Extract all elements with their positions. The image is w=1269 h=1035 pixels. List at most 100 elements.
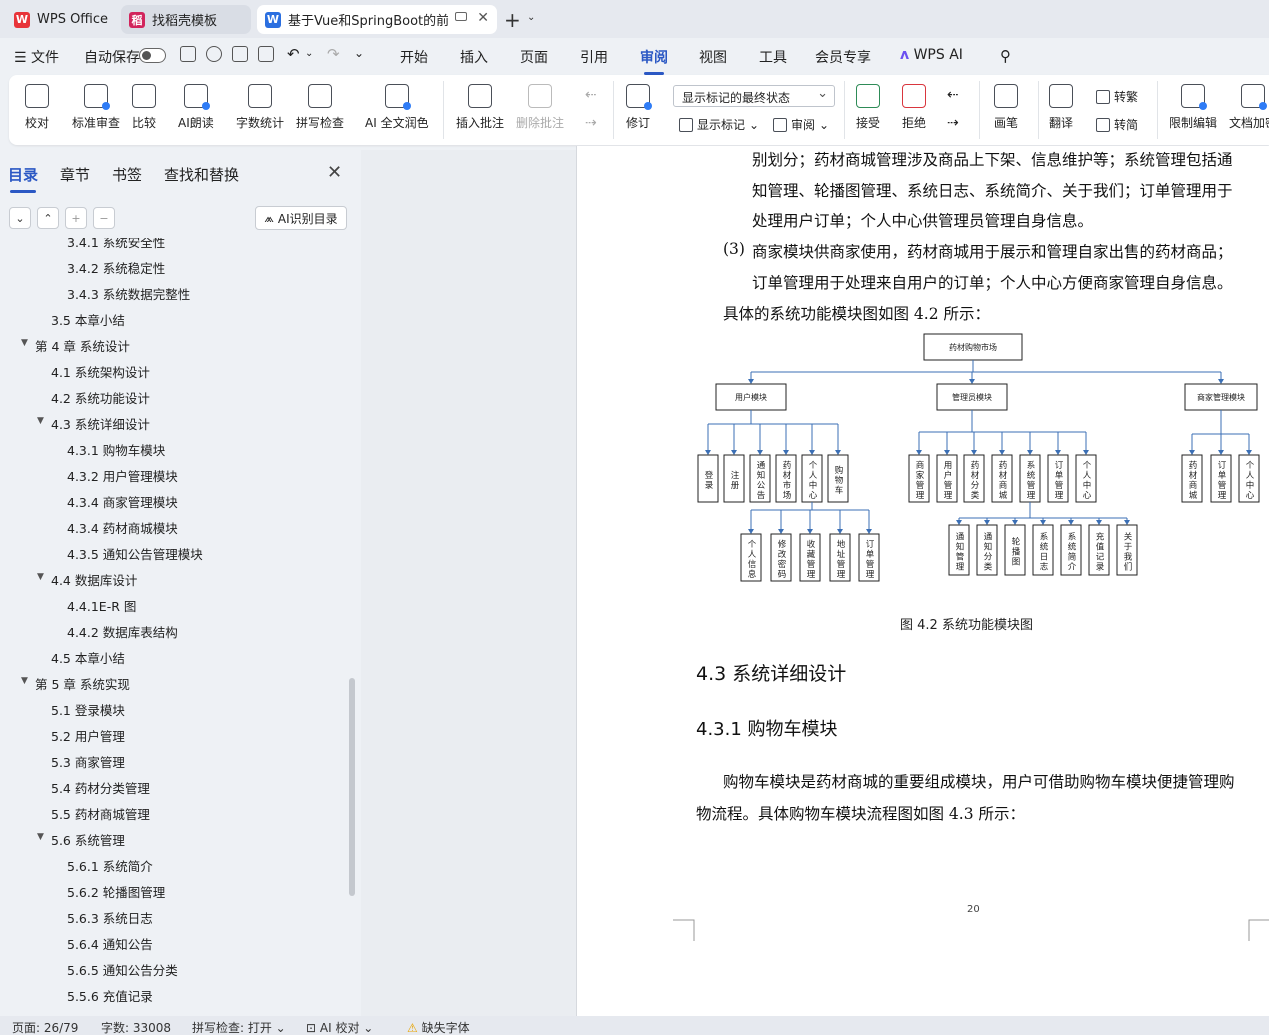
menu-insert[interactable]: 插入 [460, 47, 488, 67]
toc-item[interactable]: ▼ 4.3 系统详细设计 [37, 414, 150, 433]
expand-down-icon[interactable]: ⌄ [9, 207, 31, 229]
toc-item[interactable]: 5.6.4 通知公告 [67, 934, 153, 953]
toc-item[interactable]: 4.5 本章小结 [51, 648, 125, 667]
file-menu[interactable]: ☰ 文件 [14, 47, 59, 67]
close-icon[interactable]: ✕ [477, 10, 489, 26]
to-traditional-button[interactable]: 转繁 [1096, 88, 1138, 105]
redo-icon[interactable]: ↷ [327, 45, 340, 63]
toc-item[interactable]: 5.6.3 系统日志 [67, 908, 153, 927]
toc-item[interactable]: 5.4 药材分类管理 [51, 778, 150, 797]
spell-check-indicator[interactable]: 拼写检查: 打开 ⌄ [192, 1019, 286, 1035]
menu-review[interactable]: 审阅 [640, 47, 668, 75]
remove-heading-icon[interactable]: − [93, 207, 115, 229]
toc-item[interactable]: ▼ 第 4 章 系统设计 [21, 336, 130, 355]
toc-item[interactable]: 3.4.3 系统数据完整性 [67, 284, 190, 303]
autosave-toggle[interactable] [139, 48, 166, 63]
track-changes-button[interactable]: 修订 [626, 84, 652, 131]
missing-font-indicator[interactable]: ⚠ 缺失字体 [407, 1019, 470, 1035]
new-tab-icon[interactable]: + [504, 8, 521, 32]
toc-item[interactable]: 5.2 用户管理 [51, 726, 125, 745]
tab-docer-templates[interactable]: 稻 找稻壳模板 [121, 5, 251, 34]
toc-item[interactable]: 5.5 药材商城管理 [51, 804, 150, 823]
ai-proofread-indicator[interactable]: ⊡ AI 校对 ⌄ [306, 1019, 373, 1035]
prev-comment-icon[interactable]: ⇠ [585, 87, 597, 103]
toc-item[interactable]: 4.3.5 通知公告管理模块 [67, 544, 203, 563]
menu-member[interactable]: 会员专享 [815, 47, 871, 67]
translate-button[interactable]: 翻译 [1049, 84, 1073, 131]
save-icon[interactable] [180, 46, 196, 62]
delete-comment-button[interactable]: 删除批注 [516, 84, 564, 131]
toc-item[interactable]: 5.6.5 通知公告分类 [67, 960, 178, 979]
menu-page[interactable]: 页面 [520, 47, 548, 67]
ai-polish-button[interactable]: AI 全文润色 [365, 84, 429, 131]
collapse-up-icon[interactable]: ⌃ [37, 207, 59, 229]
toc-item[interactable]: 3.4.2 系统稳定性 [67, 258, 165, 277]
menu-wps-ai[interactable]: ᴧ WPS AI [900, 47, 963, 63]
prev-change-icon[interactable]: ⇠ [947, 87, 959, 103]
standard-review-button[interactable]: 标准审查 [72, 84, 120, 131]
word-count-indicator[interactable]: 字数: 33008 [101, 1019, 171, 1035]
toc-item[interactable]: 4.3.2 用户管理模块 [67, 466, 178, 485]
pen-button[interactable]: 画笔 [994, 84, 1018, 131]
ai-read-button[interactable]: AI朗读 [178, 84, 214, 131]
restrict-editing-button[interactable]: 限制编辑 [1169, 84, 1217, 131]
collapse-caret-icon[interactable]: ▼ [21, 338, 28, 348]
show-markup-button[interactable]: 显示标记 ⌄ [679, 116, 759, 133]
more-icon[interactable]: ⌄ [354, 46, 364, 60]
toc-item[interactable]: 4.3.1 购物车模块 [67, 440, 165, 459]
toc-item[interactable]: 5.3 商家管理 [51, 752, 125, 771]
toc-item[interactable]: 5.6.2 轮播图管理 [67, 882, 165, 901]
document-page[interactable]: 别划分；药材商城管理涉及商品上下架、信息维护等；系统管理包括通 知管理、轮播图管… [576, 146, 1269, 1016]
to-simplified-button[interactable]: 转简 [1096, 116, 1138, 133]
toc-item[interactable]: ▼ 4.4 数据库设计 [37, 570, 137, 589]
undo-dropdown-icon[interactable]: ⌄ [305, 48, 313, 59]
print-preview-icon[interactable] [258, 46, 274, 62]
tab-toc[interactable]: 目录 [8, 164, 38, 193]
collapse-caret-icon[interactable]: ▼ [37, 832, 44, 842]
page-indicator[interactable]: 页面: 26/79 [12, 1019, 78, 1035]
compare-button[interactable]: 比较 [132, 84, 156, 131]
close-pane-icon[interactable]: ✕ [327, 162, 342, 183]
toc-item[interactable]: 5.1 登录模块 [51, 700, 125, 719]
toc-item[interactable]: 3.4.1 系统安全性 [67, 238, 165, 251]
toc-item[interactable]: ▼ 5.6 系统管理 [37, 830, 125, 849]
encrypt-button[interactable]: 文档加密 [1229, 84, 1269, 131]
word-count-button[interactable]: 字数统计 [236, 84, 284, 131]
tab-wps-office[interactable]: W WPS Office [6, 5, 116, 34]
add-heading-icon[interactable]: + [65, 207, 87, 229]
share-icon[interactable] [206, 46, 222, 62]
proofread-button[interactable]: 校对 [25, 84, 49, 131]
next-change-icon[interactable]: ⇢ [947, 115, 959, 131]
toc-item[interactable]: 4.1 系统架构设计 [51, 362, 150, 381]
tab-bookmarks[interactable]: 书签 [112, 164, 142, 185]
insert-comment-button[interactable]: 插入批注 [456, 84, 504, 131]
menu-view[interactable]: 视图 [699, 47, 727, 67]
search-icon[interactable]: ⚲ [1000, 47, 1011, 65]
review-pane-button[interactable]: 审阅 ⌄ [773, 116, 829, 133]
menu-tools[interactable]: 工具 [759, 47, 787, 67]
tab-find-replace[interactable]: 查找和替换 [164, 164, 239, 185]
toc-scrollbar[interactable] [349, 678, 355, 896]
chevron-down-icon[interactable]: ⌄ [527, 12, 535, 23]
ai-recognize-toc-button[interactable]: ⩕ AI识别目录 [255, 206, 347, 230]
collapse-caret-icon[interactable]: ▼ [37, 416, 44, 426]
toc-item[interactable]: 5.5.6 充值记录 [67, 986, 153, 1005]
markup-state-select[interactable]: 显示标记的最终状态 [673, 85, 835, 107]
menu-reference[interactable]: 引用 [580, 47, 608, 67]
tab-chapters[interactable]: 章节 [60, 164, 90, 185]
toc-item[interactable]: 3.5 本章小结 [51, 310, 125, 329]
collapse-caret-icon[interactable]: ▼ [37, 572, 44, 582]
accept-button[interactable]: 接受 [856, 84, 880, 131]
toc-item[interactable]: ▼ 第 5 章 系统实现 [21, 674, 130, 693]
next-comment-icon[interactable]: ⇢ [585, 115, 597, 131]
print-icon[interactable] [232, 46, 248, 62]
menu-start[interactable]: 开始 [400, 47, 428, 67]
toc-item[interactable]: 4.2 系统功能设计 [51, 388, 150, 407]
toc-item[interactable]: 4.4.2 数据库表结构 [67, 622, 178, 641]
toc-item[interactable]: 4.4.1E-R 图 [67, 596, 136, 615]
toc-item[interactable]: 4.3.4 药材商城模块 [67, 518, 178, 537]
toc-item[interactable]: 5.6.1 系统简介 [67, 856, 153, 875]
reject-button[interactable]: 拒绝 [902, 84, 926, 131]
spell-check-button[interactable]: 拼写检查 [296, 84, 344, 131]
toc-item[interactable]: 4.3.4 商家管理模块 [67, 492, 178, 511]
